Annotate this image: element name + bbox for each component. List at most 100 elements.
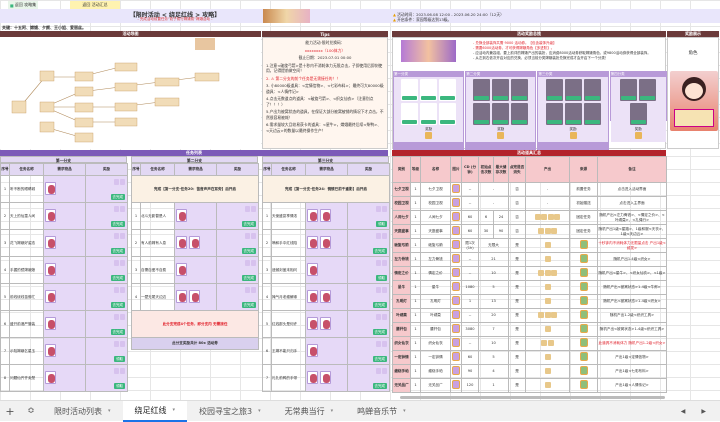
exchange-button[interactable]	[512, 120, 528, 124]
task-action-button[interactable]: 领取	[114, 382, 125, 389]
task-action-button[interactable]: 领取	[376, 274, 387, 281]
task-action-button[interactable]: 去完成	[110, 301, 125, 308]
exchange-button[interactable]	[474, 96, 490, 100]
reward-card[interactable]	[401, 103, 419, 125]
tab-dropdown-icon[interactable]: ▾	[403, 408, 406, 414]
reward-card[interactable]	[492, 79, 510, 101]
sheet-tab[interactable]: 校园寻宝之旅3 ▾	[187, 401, 273, 422]
add-sheet-icon[interactable]: +	[0, 405, 20, 418]
exchange-button[interactable]	[440, 96, 456, 100]
reward-card[interactable]	[511, 79, 529, 101]
task-action-button[interactable]: 去完成	[110, 328, 125, 335]
task-action-button[interactable]: 去完成	[241, 274, 256, 281]
reward-card[interactable]	[492, 103, 510, 125]
exchange-button[interactable]	[440, 120, 456, 124]
item-disappears: 是	[508, 280, 526, 295]
task-action-button[interactable]: 领取	[114, 355, 125, 362]
reward-icon	[381, 368, 387, 374]
back-list-label: 返回 活动汇总	[82, 2, 108, 7]
tip-line: 6.需求量较大且较易获卡的道具：<星牛>，嫦娥最终后续<柴鸭>、<天边云>的数量…	[266, 122, 382, 133]
task-action-button[interactable]: 去完成	[372, 247, 387, 254]
task-action-button[interactable]: 去完成	[110, 247, 125, 254]
task-branch-1: 第一分支 序号 任务名称 需求物品 奖励 1 听不断的眼睛城 去完成 2 天上的仙童人间 去完成 3 花…	[0, 156, 128, 392]
output-item-icon	[541, 339, 548, 346]
reward-card[interactable]	[473, 103, 491, 125]
reward-card[interactable]	[473, 79, 491, 101]
exchange-button[interactable]	[546, 120, 562, 124]
group-reward-icon	[497, 132, 505, 139]
horizontal-scrollbar[interactable]	[400, 396, 665, 399]
exchange-button[interactable]	[474, 120, 490, 124]
tab-dropdown-icon[interactable]: ▾	[258, 408, 261, 414]
exchange-button[interactable]	[584, 120, 600, 124]
item-picture	[450, 182, 462, 197]
reward-card[interactable]	[639, 79, 657, 101]
reward-card[interactable]	[511, 103, 529, 125]
item-name: 破旋弓箭	[420, 238, 451, 253]
reward-card[interactable]	[620, 79, 638, 101]
back-button[interactable]: ■ 返回 攻略集	[8, 1, 38, 9]
table-row: 5 前线绕线苗佛忙 去完成	[0, 283, 128, 311]
task-action-button[interactable]: 去完成	[372, 328, 387, 335]
tab-dropdown-icon[interactable]: ▾	[173, 407, 176, 413]
scroll-tabs-right-icon[interactable]: ▶	[701, 408, 706, 415]
task-action-button[interactable]: 去完成	[110, 193, 125, 200]
reward-card[interactable]	[439, 103, 457, 125]
reward-card[interactable]	[564, 79, 582, 101]
reward-card[interactable]	[583, 103, 601, 125]
sheet-tab[interactable]: 鸣蝉音乐节 ▾	[345, 401, 418, 422]
tab-dropdown-icon[interactable]: ▾	[108, 408, 111, 414]
reward-card[interactable]	[420, 79, 438, 101]
items-column-header: 点完是否消失	[508, 156, 526, 183]
reward-icon	[244, 287, 250, 293]
table-row: 3 自需自爱不自费 去完成	[131, 256, 259, 284]
exchange-button[interactable]	[493, 120, 509, 124]
scroll-tabs-left-icon[interactable]: ◀	[681, 408, 686, 415]
sheet-tab[interactable]: 无常典当行 ▾	[273, 401, 346, 422]
exchange-button[interactable]	[421, 96, 437, 100]
item-outputs	[525, 224, 570, 239]
task-action-button[interactable]: 去完成	[372, 301, 387, 308]
exchange-button[interactable]	[630, 120, 646, 124]
exchange-button[interactable]	[546, 96, 562, 100]
reward-card[interactable]	[439, 79, 457, 101]
sheet-tab[interactable]: 限时活动列表 ▾	[42, 401, 123, 422]
task-action-button[interactable]: 去完成	[241, 301, 256, 308]
open-condition: ▲ 开启条件：家园等级达到13级。	[393, 17, 452, 22]
task-action-button[interactable]: 去完成	[372, 355, 387, 362]
reward-card[interactable]	[564, 103, 582, 125]
task-action-button[interactable]: 领取	[376, 220, 387, 227]
reward-icon	[375, 206, 381, 212]
exchange-button[interactable]	[402, 120, 418, 124]
reward-card[interactable]	[545, 79, 563, 101]
task-reward: 去完成	[347, 337, 390, 365]
exchange-button[interactable]	[402, 96, 418, 100]
exchange-button[interactable]	[421, 120, 437, 124]
tab-dropdown-icon[interactable]: ▾	[331, 408, 334, 414]
task-action-button[interactable]: 去完成	[241, 220, 256, 227]
exchange-button[interactable]	[640, 96, 656, 100]
task-action-button[interactable]: 去完成	[372, 382, 387, 389]
exchange-button[interactable]	[621, 96, 637, 100]
reward-card[interactable]	[583, 79, 601, 101]
sheets-menu-icon[interactable]: ≎	[20, 406, 42, 416]
reward-card[interactable]	[401, 79, 419, 101]
exchange-button[interactable]	[565, 96, 581, 100]
task-action-button[interactable]: 去完成	[110, 220, 125, 227]
item-note: 随机产出<星牛>、<织女仙衣>、<1级>	[597, 266, 667, 281]
reward-card[interactable]	[629, 103, 647, 125]
sheet-tab[interactable]: 绕足红线 ▾	[122, 400, 188, 422]
item-level: 1	[410, 378, 421, 393]
task-action-button[interactable]: 去完成	[110, 274, 125, 281]
item-disappears: 否	[508, 210, 526, 225]
exchange-button[interactable]	[512, 96, 528, 100]
reward-card[interactable]	[420, 103, 438, 125]
task-action-button[interactable]: 去完成	[241, 247, 256, 254]
back-list-button[interactable]: 返回 活动汇总	[70, 1, 120, 9]
exchange-button[interactable]	[493, 96, 509, 100]
exchange-button[interactable]	[565, 120, 581, 124]
sheet-tab-label: 绕足红线	[134, 405, 167, 415]
reward-card[interactable]	[545, 103, 563, 125]
exchange-button[interactable]	[584, 96, 600, 100]
column-header: 奖励	[347, 163, 390, 176]
